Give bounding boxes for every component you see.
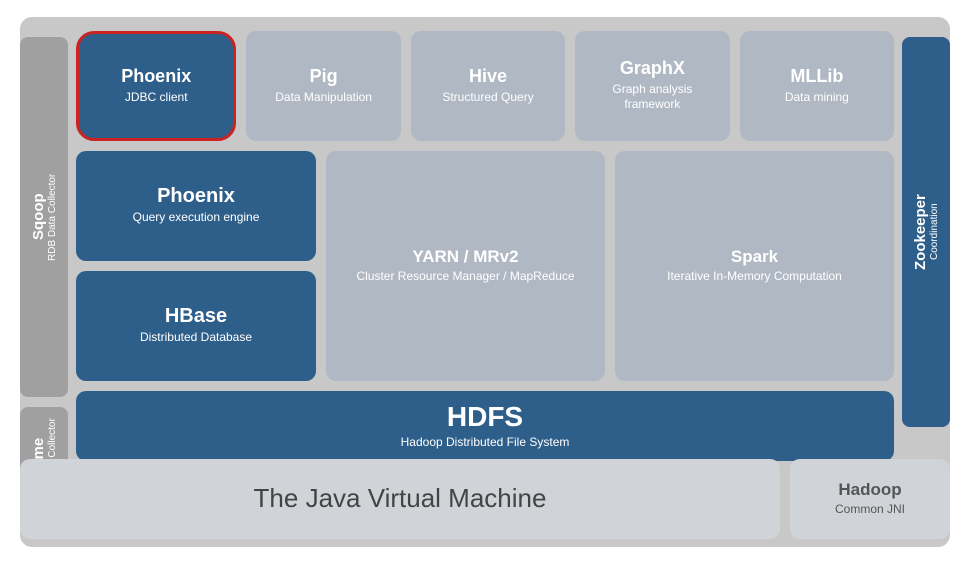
graphx-sub: Graph analysis framework xyxy=(583,82,721,113)
left-column: Phoenix Query execution engine HBase Dis… xyxy=(76,151,316,381)
yarn-box: YARN / MRv2 Cluster Resource Manager / M… xyxy=(326,151,605,381)
hadoop-common-box: Hadoop Common JNI xyxy=(790,459,950,539)
jvm-row: The Java Virtual Machine Hadoop Common J… xyxy=(20,459,950,539)
top-row: Phoenix JDBC client Pig Data Manipulatio… xyxy=(76,31,894,141)
top-right-row: YARN / MRv2 Cluster Resource Manager / M… xyxy=(326,151,894,381)
hbase-sub: Distributed Database xyxy=(140,330,252,346)
right-column: YARN / MRv2 Cluster Resource Manager / M… xyxy=(326,151,894,381)
zookeeper-sub: Coordination xyxy=(929,203,940,260)
tool-hive: Hive Structured Query xyxy=(411,31,565,141)
sqoop-label: Sqoop RDB Data Collector xyxy=(20,37,68,397)
tool-phoenix-jdbc: Phoenix JDBC client xyxy=(76,31,236,141)
tool-graphx: GraphX Graph analysis framework xyxy=(575,31,729,141)
middle-section: Phoenix Query execution engine HBase Dis… xyxy=(76,151,894,381)
hdfs-box: HDFS Hadoop Distributed File System xyxy=(76,391,894,461)
zookeeper-label: Zookeeper Coordination xyxy=(902,37,950,427)
yarn-title: YARN / MRv2 xyxy=(412,247,518,267)
hdfs-title: HDFS xyxy=(447,401,523,433)
hadoop-common-sub: Common JNI xyxy=(835,502,905,518)
mllib-sub: Data mining xyxy=(785,90,849,106)
hdfs-sub: Hadoop Distributed File System xyxy=(401,435,570,451)
spark-title: Spark xyxy=(731,247,778,267)
phoenix-jdbc-title: Phoenix xyxy=(121,66,191,88)
hive-sub: Structured Query xyxy=(442,90,533,106)
outer-box: Sqoop RDB Data Collector Flume Log Data … xyxy=(20,17,950,547)
pig-title: Pig xyxy=(310,66,338,88)
tool-pig: Pig Data Manipulation xyxy=(246,31,400,141)
yarn-sub: Cluster Resource Manager / MapReduce xyxy=(356,269,574,285)
phoenix-jdbc-sub: JDBC client xyxy=(125,90,188,106)
phoenix-engine-sub: Query execution engine xyxy=(133,210,260,226)
sqoop-sub: RDB Data Collector xyxy=(47,173,58,260)
zookeeper-title: Zookeeper xyxy=(912,194,929,270)
hive-title: Hive xyxy=(469,66,507,88)
hadoop-common-title: Hadoop xyxy=(838,480,901,500)
spark-sub: Iterative In-Memory Computation xyxy=(667,269,842,285)
hdfs-row: HDFS Hadoop Distributed File System xyxy=(76,391,894,461)
tool-mllib: MLLib Data mining xyxy=(740,31,894,141)
pig-sub: Data Manipulation xyxy=(275,90,372,106)
graphx-title: GraphX xyxy=(620,58,685,80)
phoenix-engine-title: Phoenix xyxy=(157,185,235,208)
phoenix-engine-box: Phoenix Query execution engine xyxy=(76,151,316,261)
sqoop-title: Sqoop xyxy=(30,193,47,240)
jvm-box: The Java Virtual Machine xyxy=(20,459,780,539)
hbase-box: HBase Distributed Database xyxy=(76,271,316,381)
spark-box: Spark Iterative In-Memory Computation xyxy=(615,151,894,381)
jvm-title: The Java Virtual Machine xyxy=(254,483,547,514)
diagram: Sqoop RDB Data Collector Flume Log Data … xyxy=(20,17,950,547)
mllib-title: MLLib xyxy=(790,66,843,88)
hbase-title: HBase xyxy=(165,305,227,328)
